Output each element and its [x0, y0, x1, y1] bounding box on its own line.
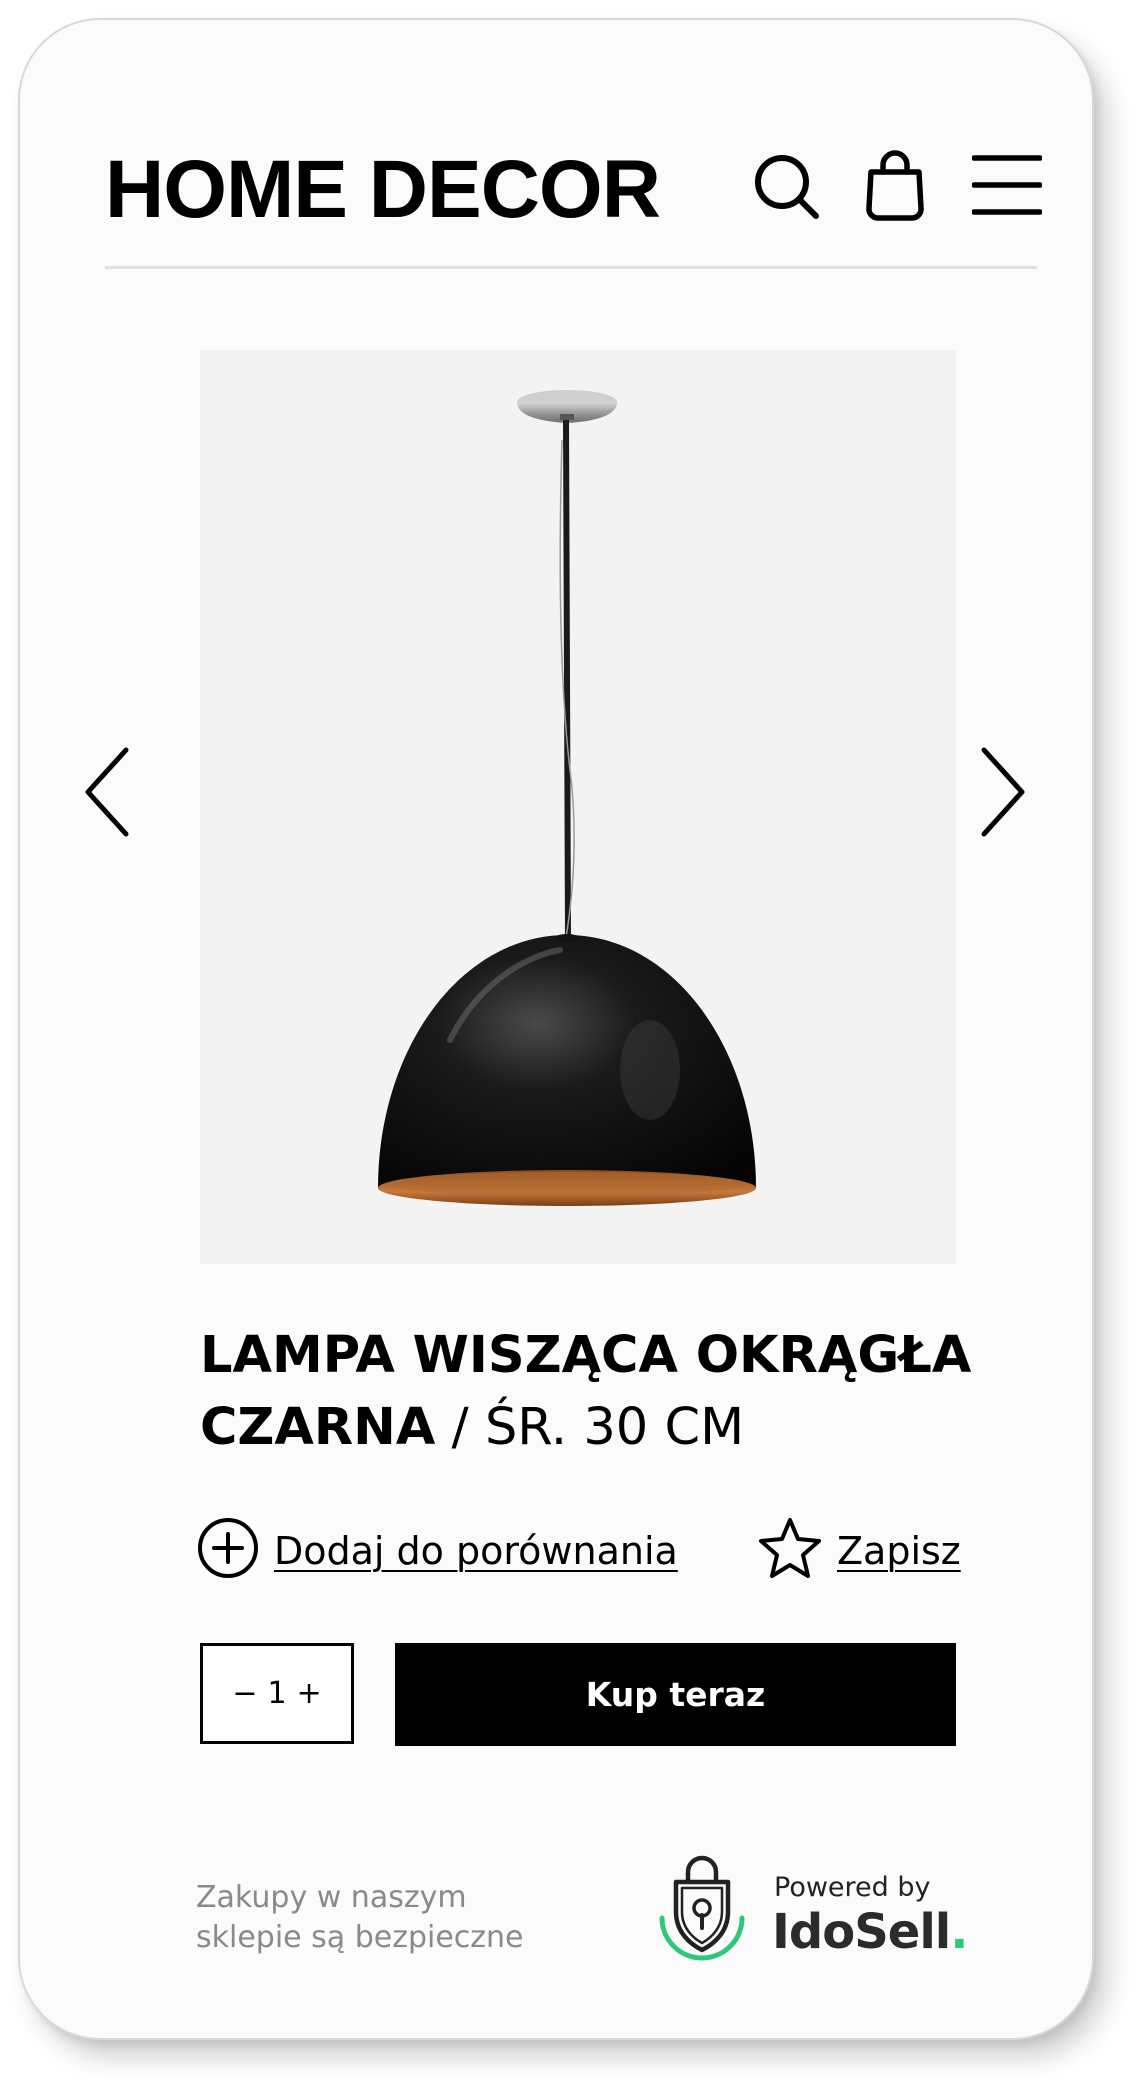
- secure-line-1: Zakupy w naszym: [196, 1880, 467, 1915]
- idosell-dot: .: [950, 1904, 968, 1960]
- chevron-left-icon[interactable]: [82, 744, 134, 840]
- store-logo[interactable]: HOME DECOR: [105, 140, 661, 240]
- save-button[interactable]: Zapisz: [757, 1516, 961, 1585]
- idosell-name: IdoSell: [772, 1904, 951, 1960]
- save-label[interactable]: Zapisz: [837, 1529, 961, 1573]
- header-divider: [105, 266, 1037, 269]
- star-icon: [757, 1516, 823, 1585]
- product-title: LAMPA WISZĄCA OKRĄGŁA CZARNA / ŚR. 30 CM: [200, 1320, 1020, 1464]
- compare-label[interactable]: Dodaj do porównania: [274, 1529, 678, 1573]
- shopping-bag-icon[interactable]: [863, 150, 927, 222]
- menu-icon[interactable]: [972, 154, 1042, 216]
- compare-button[interactable]: Dodaj do porównania: [196, 1516, 678, 1585]
- phone-frame: HOME DECOR LAMPA WISZĄCA OKRĄGŁA CZARNA …: [18, 18, 1094, 2040]
- quantity-value: 1: [267, 1676, 287, 1711]
- plus-circle-icon: [196, 1516, 260, 1585]
- buy-now-button[interactable]: Kup teraz: [395, 1643, 956, 1746]
- title-separator: /: [451, 1398, 469, 1457]
- powered-by-text: Powered by: [774, 1872, 931, 1903]
- secure-line-2: sklepie są bezpieczne: [196, 1920, 524, 1955]
- quantity-stepper[interactable]: − 1 +: [200, 1643, 354, 1744]
- idosell-logo[interactable]: IdoSell.: [772, 1904, 968, 1960]
- secure-shopping-text: Zakupy w naszym sklepie są bezpieczne: [196, 1878, 556, 1958]
- search-icon[interactable]: [752, 152, 822, 222]
- quantity-increment[interactable]: +: [297, 1676, 322, 1711]
- padlock-shield-icon: [648, 1852, 756, 1968]
- product-variant: ŚR. 30 CM: [484, 1398, 745, 1457]
- product-image[interactable]: [200, 350, 956, 1264]
- chevron-right-icon[interactable]: [976, 744, 1028, 840]
- quantity-decrement[interactable]: −: [232, 1676, 257, 1711]
